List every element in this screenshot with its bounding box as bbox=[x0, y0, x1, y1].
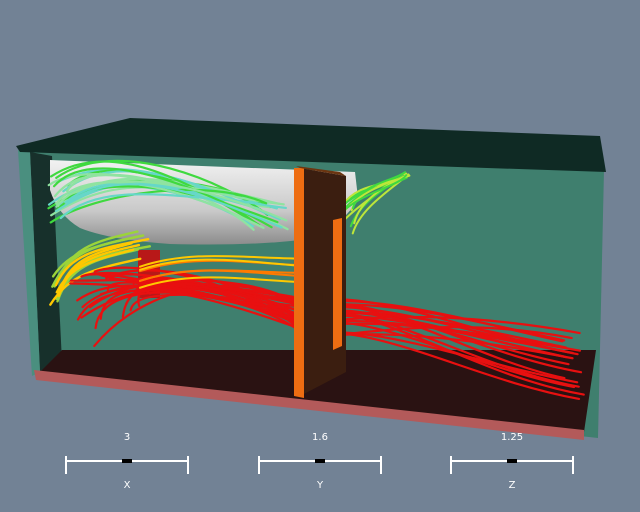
partition-column bbox=[294, 166, 346, 398]
scale-bar-x-value: 3 bbox=[123, 432, 131, 443]
scale-bar-y-axis: Y bbox=[316, 480, 324, 491]
scale-bar-z: 1.25 Z bbox=[449, 432, 575, 502]
scale-bar-y-value: 1.6 bbox=[312, 432, 328, 443]
scale-bar-x-axis: X bbox=[123, 480, 131, 491]
scale-bar-z-line bbox=[450, 456, 574, 474]
scale-bar-y: 1.6 Y bbox=[257, 432, 383, 502]
scale-bar-x-line bbox=[65, 456, 189, 474]
scale-bar-z-axis: Z bbox=[508, 480, 516, 491]
scale-bar-z-value: 1.25 bbox=[500, 432, 524, 443]
scale-bar-y-line bbox=[258, 456, 382, 474]
scale-bar-x: 3 X bbox=[64, 432, 190, 502]
